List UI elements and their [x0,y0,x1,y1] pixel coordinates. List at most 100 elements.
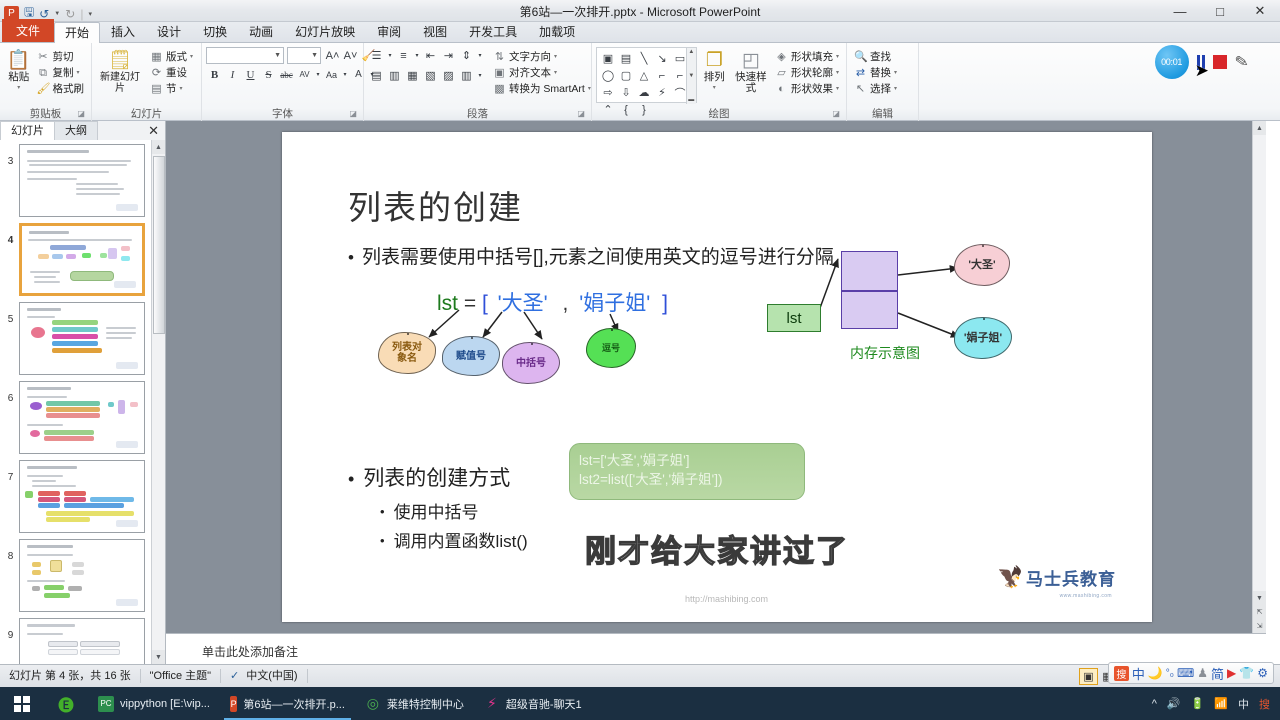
shapes-gallery-scrollbar[interactable]: ▲ ▼ ▬ [685,48,696,104]
thumbnail-image[interactable] [19,381,145,454]
screen-recorder-toolbar[interactable]: 00:01 ➤ ✎ [1154,44,1249,80]
tab-view[interactable]: 视图 [412,21,458,42]
format-painter-button[interactable]: 🖌 格式刷 [34,82,88,97]
line-spacing-dropdown-icon[interactable]: ▾ [476,47,484,64]
scroll-up-icon[interactable]: ▲ [152,140,165,154]
slide-area-scrollbar[interactable]: ▲ ▼ ⇱ ⇲ [1252,121,1266,633]
tab-file[interactable]: 文件 [2,19,55,42]
line-spacing-button[interactable]: ⇕ [458,47,475,64]
shape-outline-button[interactable]: ▱ 形状轮廓 ▾ [772,66,842,81]
shape-line-icon[interactable]: ╲ [635,50,653,67]
select-button[interactable]: ↖ 选择 ▾ [851,82,900,97]
callout-square-brackets[interactable]: 中括号 [502,342,560,384]
thumbnail-image[interactable] [19,144,145,217]
bullets-button[interactable]: ☰ [368,47,385,64]
shape-effects-button[interactable]: ◐ 形状效果 ▾ [772,82,842,97]
slide-sub-bullet-1[interactable]: 使用中括号 [380,498,479,523]
chevron-down-icon[interactable]: ▾ [554,51,557,64]
increase-indent-button[interactable]: ⇥ [440,47,457,64]
thumbnail-image[interactable] [19,539,145,612]
copy-button[interactable]: ⧉ 复制 ▾ [34,66,88,81]
columns-button[interactable]: ▥ [458,67,475,84]
current-slide[interactable]: 列表的创建 列表需要使用中括号[],元素之间使用英文的逗号进行分隔 lst = … [282,132,1152,622]
callout-list-object-name[interactable]: 列表对 象名 [378,332,436,374]
shape-cloud-icon[interactable]: ☁ [635,84,653,101]
bullets-dropdown-icon[interactable]: ▾ [386,47,394,64]
thumbnail-slide-5[interactable]: 5 [0,302,152,375]
shape-rounded-rect-icon[interactable]: ▢ [617,67,635,84]
decrease-font-size-button[interactable]: A˅ [342,47,359,64]
scroll-up-icon[interactable]: ▲ [688,49,694,55]
shape-triangle-icon[interactable]: △ [635,67,653,84]
gear-icon[interactable]: ⚙ [1257,666,1268,680]
text-direction-button[interactable]: ⇅ 文字方向 ▾ [490,50,594,65]
taskbar-item-lewitt[interactable]: ◎ 莱维特控制中心 [355,687,474,720]
section-button[interactable]: ▤ 节 ▾ [147,82,196,97]
align-left-button[interactable]: ▤ [368,67,385,84]
thumbnail-image[interactable] [19,302,145,375]
shape-lightning-icon[interactable]: ⚡ [653,84,671,101]
slide-bullet-2[interactable]: 列表的创建方式 [348,462,510,492]
taskbar-item-chat[interactable]: ⚡ 超级音驰-聊天1 [474,687,592,720]
minimize-button[interactable]: — [1160,0,1200,22]
tab-insert[interactable]: 插入 [100,21,146,42]
reset-button[interactable]: ⟳ 重设 [147,66,196,81]
tab-design[interactable]: 设计 [146,21,192,42]
ime-chinese-mode-icon[interactable]: 中 [1132,664,1145,683]
character-spacing-button[interactable]: AV [296,66,313,83]
ime-logo-icon[interactable]: 搜 [1113,665,1129,681]
shadow-button[interactable]: S [260,66,277,83]
thumbnail-image[interactable] [19,223,145,296]
strikethrough-button[interactable]: abc [278,66,295,83]
notes-pane[interactable]: 单击此处添加备注 [166,633,1266,664]
layout-dropdown-icon[interactable]: ▾ [190,51,193,64]
chevron-down-icon[interactable]: ▾ [894,67,897,80]
scroll-down-icon[interactable]: ▼ [1253,591,1266,605]
maximize-button[interactable]: □ [1200,0,1240,22]
scroll-down-icon[interactable]: ▼ [688,73,694,79]
quick-styles-button[interactable]: ◰ 快速样式 [732,47,770,94]
scroll-up-icon[interactable]: ▲ [1253,121,1266,135]
ime-tray-chinese-icon[interactable]: 中 [1238,696,1249,712]
font-name-combo[interactable]: ▼ [206,47,284,64]
columns-dropdown-icon[interactable]: ▾ [476,67,484,84]
shape-picture-icon[interactable]: ▤ [617,50,635,67]
theme-status[interactable]: "Office 主题" [141,669,222,683]
thumbnail-slide-3[interactable]: 3 [0,144,152,217]
shape-arrow-icon[interactable]: ↘ [653,50,671,67]
drawing-dialog-launcher-icon[interactable]: ◪ [832,107,840,120]
spellcheck-icon[interactable]: ✓ [230,669,239,683]
slide-title[interactable]: 列表的创建 [348,181,523,229]
chevron-down-icon[interactable]: ▾ [836,67,839,80]
tray-expand-icon[interactable]: ^ [1152,698,1157,710]
tab-slides[interactable]: 幻灯片 [0,121,55,140]
battery-icon[interactable]: 🔋 [1191,697,1205,710]
callout-assignment-operator[interactable]: 赋值号 [442,336,500,376]
distribute-button[interactable]: ▨ [440,67,457,84]
paragraph-dialog-launcher-icon[interactable]: ◪ [577,107,585,120]
arrange-button[interactable]: ❐ 排列 ▾ [697,47,732,94]
find-button[interactable]: 🔍 查找 [851,50,900,65]
character-spacing-dropdown-icon[interactable]: ▾ [314,66,322,83]
tab-addins[interactable]: 加载项 [528,21,586,42]
thumbnail-slide-9[interactable]: 9 [0,618,152,664]
paste-dropdown-icon[interactable]: ▾ [17,83,20,94]
numbering-button[interactable]: ≡ [395,47,412,64]
tab-transitions[interactable]: 切换 [192,21,238,42]
numbering-dropdown-icon[interactable]: ▾ [413,47,421,64]
slide-bullet-1[interactable]: 列表需要使用中括号[],元素之间使用英文的逗号进行分隔 [348,242,834,269]
wifi-icon[interactable]: 📶 [1214,697,1228,710]
shape-elbow-icon[interactable]: ⌐ [653,67,671,84]
next-slide-icon[interactable]: ⇲ [1253,619,1266,633]
shirt-icon[interactable]: 👕 [1239,666,1254,680]
tool-icon[interactable]: °₀ [1166,668,1174,679]
chevron-down-icon[interactable]: ▾ [894,83,897,96]
align-right-button[interactable]: ▦ [404,67,421,84]
chevron-down-icon[interactable]: ▾ [554,67,557,80]
video-icon[interactable]: ▶ [1227,666,1236,680]
bold-button[interactable]: B [206,66,223,83]
clipboard-dialog-launcher-icon[interactable]: ◪ [77,107,85,120]
change-case-dropdown-icon[interactable]: ▾ [341,66,349,83]
previous-slide-icon[interactable]: ⇱ [1253,605,1266,619]
close-button[interactable]: ✕ [1240,0,1280,22]
